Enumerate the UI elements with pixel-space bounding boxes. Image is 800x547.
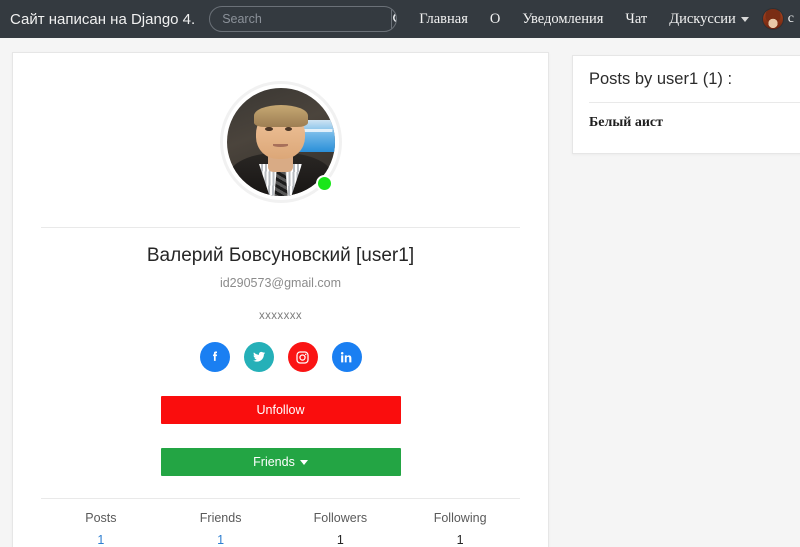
stat-friends-value[interactable]: 1 xyxy=(161,533,281,547)
stat-posts-label: Posts xyxy=(85,511,117,525)
facebook-icon[interactable] xyxy=(199,342,230,372)
stat-following: Following 1 xyxy=(400,511,520,547)
stat-friends-label: Friends xyxy=(199,511,242,525)
friends-dropdown-button[interactable]: Friends xyxy=(160,448,401,476)
instagram-glyph xyxy=(296,350,309,364)
posts-panel: Posts by user1 (1) : Белый аист xyxy=(572,55,800,154)
chevron-down-icon xyxy=(740,16,749,22)
nav-item-chat[interactable]: Чат xyxy=(625,11,647,28)
nav-user-menu[interactable]: c xyxy=(761,8,794,30)
stat-posts: Posts 1 xyxy=(41,511,161,547)
profile-stats: Posts 1 Friends 1 Followers 1 Following … xyxy=(41,499,520,547)
nav-links: Главная О Уведомления Чат Дискуссии xyxy=(419,11,762,28)
stat-following-value: 1 xyxy=(456,533,464,547)
social-links xyxy=(13,342,548,372)
twitter-glyph xyxy=(253,351,266,362)
stat-followers-value: 1 xyxy=(336,533,344,547)
stat-friends: Friends 1 xyxy=(161,511,281,547)
linkedin-glyph xyxy=(340,351,352,362)
search-box[interactable] xyxy=(209,6,398,32)
divider-top xyxy=(41,227,520,228)
posts-panel-title: Posts by user1 (1) : xyxy=(589,70,733,88)
user-avatar-icon[interactable] xyxy=(761,8,784,30)
profile-email: id290573@gmail.com xyxy=(219,276,342,290)
profile-name: Валерий Бовсуновский [user1] xyxy=(146,245,415,266)
nav-item-chat-label: Чат xyxy=(625,10,648,27)
avatar-block xyxy=(13,53,548,203)
nav-item-discussions-label: Дискуссии xyxy=(669,10,736,27)
profile-card: Валерий Бовсуновский [user1] id290573@gm… xyxy=(12,52,549,547)
chevron-down-icon xyxy=(299,460,308,466)
facebook-glyph xyxy=(212,351,217,361)
posts-list: Белый аист xyxy=(573,103,800,153)
nav-user-name: c xyxy=(787,11,794,26)
friends-dropdown-label: Friends xyxy=(253,455,295,469)
stat-followers: Followers 1 xyxy=(281,511,401,547)
nav-item-home[interactable]: Главная xyxy=(419,11,468,28)
linkedin-icon[interactable] xyxy=(331,342,362,372)
profile-extra-info: xxxxxxx xyxy=(258,310,303,322)
nav-item-about[interactable]: О xyxy=(490,11,500,28)
unfollow-button[interactable]: Unfollow xyxy=(160,396,401,424)
list-item[interactable]: Белый аист xyxy=(589,115,800,131)
stat-posts-value[interactable]: 1 xyxy=(41,533,161,547)
unfollow-button-label: Unfollow xyxy=(256,403,305,417)
stat-followers-label: Followers xyxy=(313,511,368,525)
nav-item-home-label: Главная xyxy=(419,10,468,27)
nav-item-discussions[interactable]: Дискуссии xyxy=(669,11,749,28)
search-input[interactable] xyxy=(210,7,392,31)
nav-item-notifications[interactable]: Уведомления xyxy=(522,11,603,28)
avatar[interactable] xyxy=(219,81,342,203)
nav-item-notifications-label: Уведомления xyxy=(522,10,604,27)
stat-following-label: Following xyxy=(433,511,487,525)
online-status-indicator xyxy=(315,175,333,192)
twitter-icon[interactable] xyxy=(243,342,274,372)
site-brand[interactable]: Сайт написан на Django 4. xyxy=(10,11,195,28)
top-navbar: Сайт написан на Django 4. Главная О Увед… xyxy=(0,0,800,38)
search-button[interactable] xyxy=(391,7,397,31)
search-icon xyxy=(393,13,397,23)
nav-item-about-label: О xyxy=(489,10,501,27)
instagram-icon[interactable] xyxy=(287,342,318,372)
